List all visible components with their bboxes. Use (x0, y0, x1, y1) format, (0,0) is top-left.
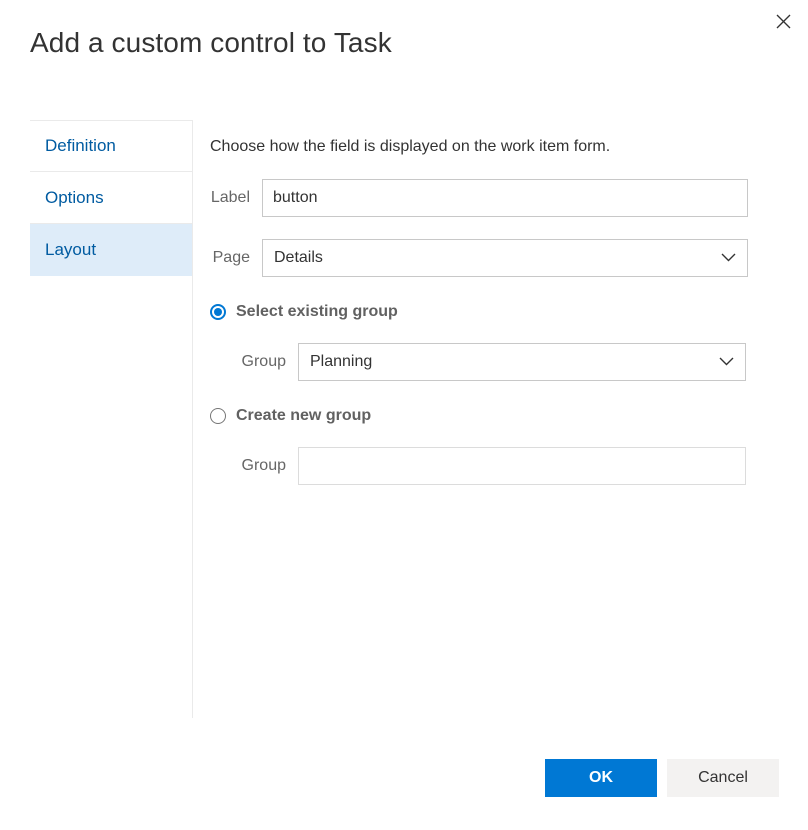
close-button[interactable] (766, 4, 800, 38)
radio-select-existing-group-indicator (210, 304, 226, 320)
label-field-label: Label (210, 189, 262, 207)
cancel-button[interactable]: Cancel (667, 759, 779, 797)
layout-panel: Choose how the field is displayed on the… (210, 120, 770, 485)
new-group-field-row: Group (210, 447, 770, 485)
tab-layout-label: Layout (45, 240, 96, 260)
radio-create-new-group[interactable]: Create new group (210, 407, 770, 425)
close-icon (776, 14, 791, 29)
dialog-title: Add a custom control to Task (30, 27, 392, 59)
label-field-row: Label (210, 179, 770, 217)
tab-options[interactable]: Options (30, 172, 192, 224)
vertical-divider (192, 120, 193, 718)
new-group-label: Group (210, 457, 298, 475)
page-field-label: Page (210, 249, 262, 267)
existing-group-label: Group (210, 353, 298, 371)
tab-definition[interactable]: Definition (30, 120, 192, 172)
radio-create-new-group-label: Create new group (236, 407, 371, 425)
chevron-down-icon (719, 353, 734, 371)
page-field-row: Page Details (210, 239, 770, 277)
existing-group-field-row: Group Planning (210, 343, 770, 381)
tab-layout[interactable]: Layout (30, 224, 192, 276)
panel-description: Choose how the field is displayed on the… (210, 137, 770, 157)
page-dropdown[interactable]: Details (262, 239, 748, 277)
page-dropdown-value: Details (263, 249, 323, 267)
tab-definition-label: Definition (45, 136, 116, 156)
ok-button[interactable]: OK (545, 759, 657, 797)
existing-group-dropdown[interactable]: Planning (298, 343, 746, 381)
dialog-footer: OK Cancel (0, 720, 808, 830)
tab-rail: Definition Options Layout (30, 120, 192, 276)
existing-group-dropdown-value: Planning (299, 353, 372, 371)
new-group-input[interactable] (298, 447, 746, 485)
dialog-body: Definition Options Layout Choose how the… (0, 120, 808, 720)
radio-select-existing-group-label: Select existing group (236, 303, 398, 321)
tab-options-label: Options (45, 188, 104, 208)
radio-create-new-group-indicator (210, 408, 226, 424)
radio-select-existing-group[interactable]: Select existing group (210, 303, 770, 321)
label-input[interactable] (262, 179, 748, 217)
chevron-down-icon (721, 249, 736, 267)
